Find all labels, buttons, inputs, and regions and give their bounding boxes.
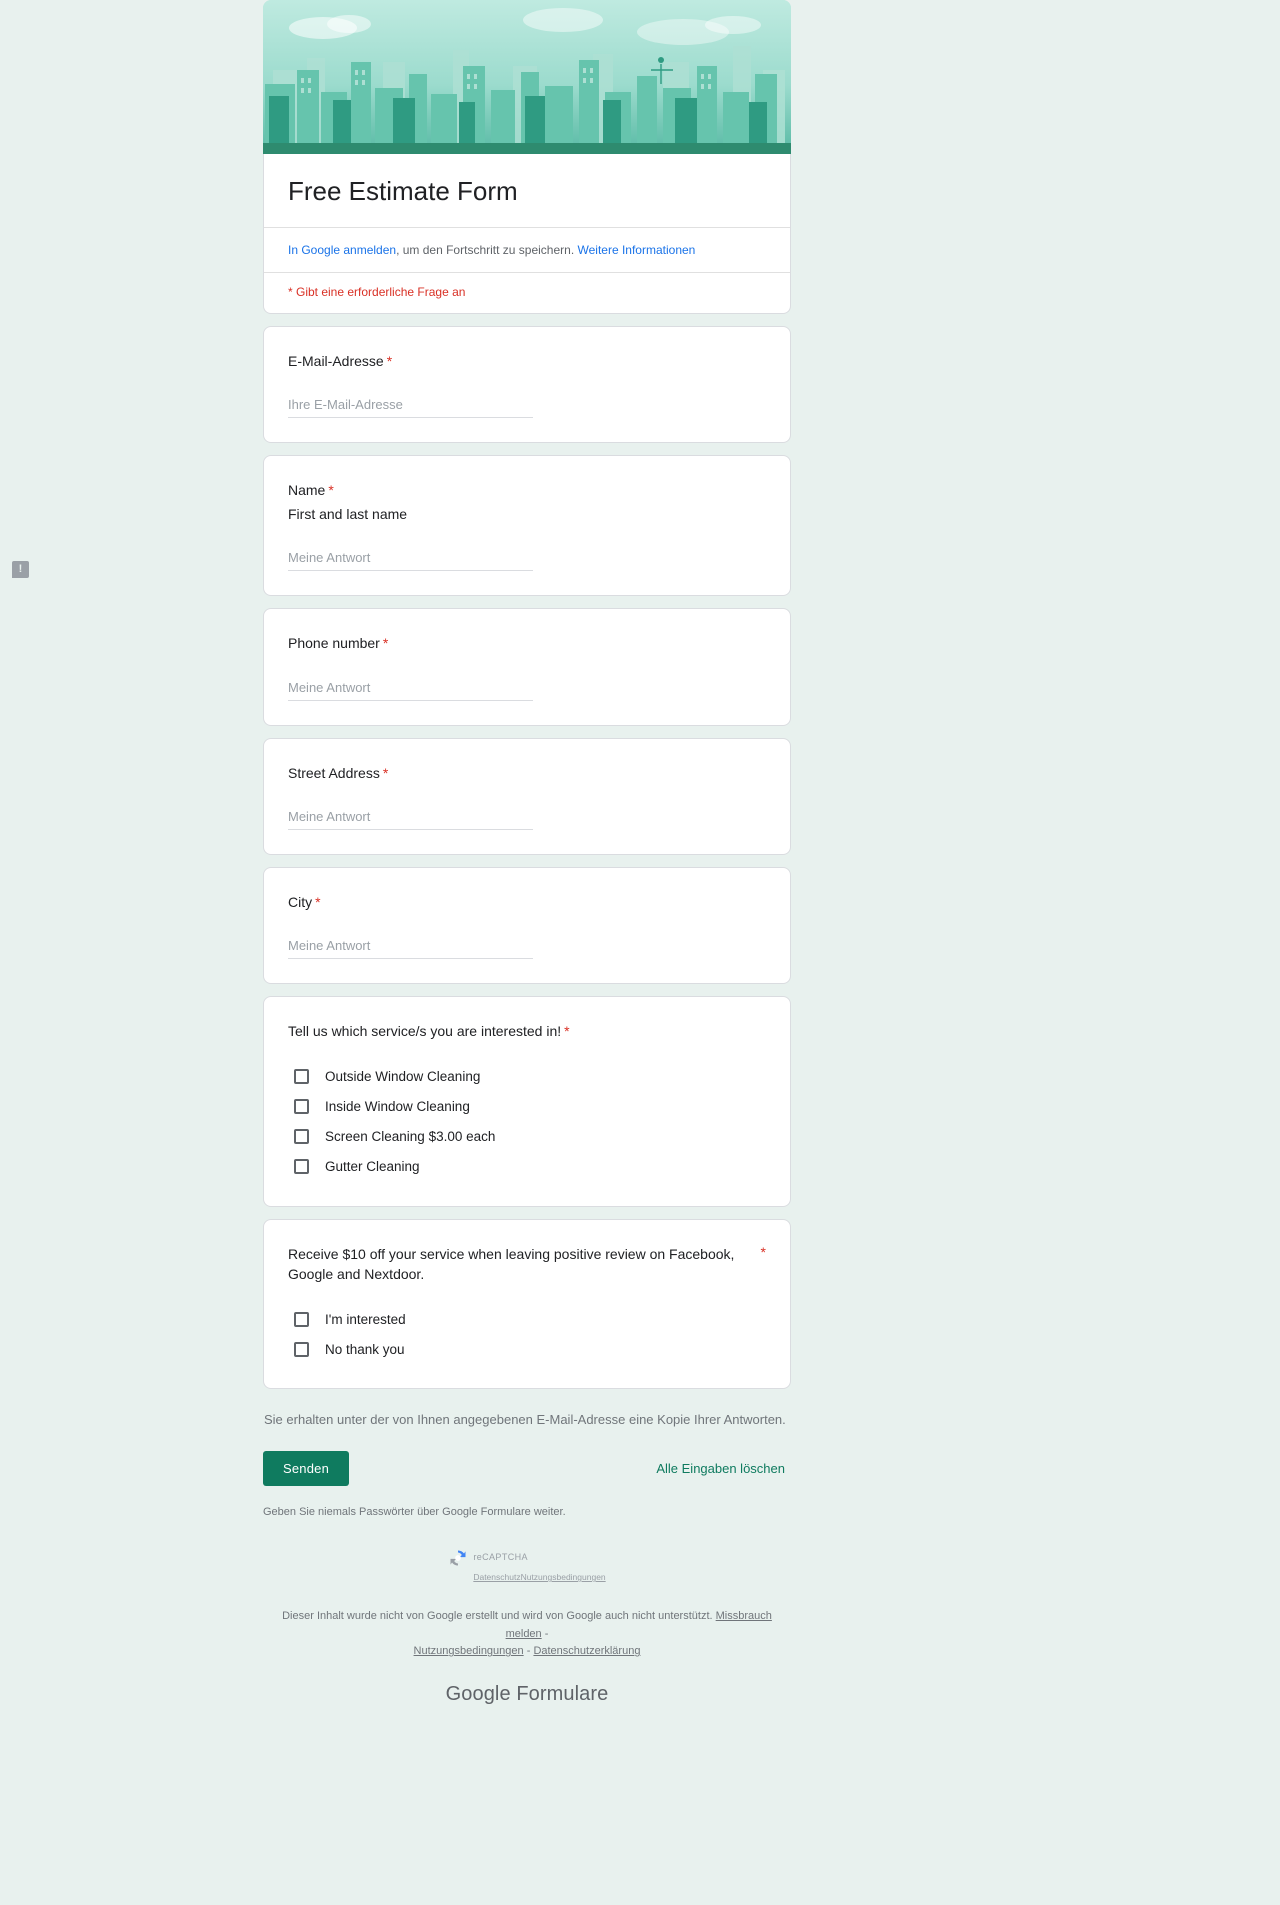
recaptcha-icon xyxy=(448,1548,468,1568)
question-label-street-address: Street Address xyxy=(288,764,380,781)
question-title-services: Tell us which service/s you are interest… xyxy=(288,1021,766,1041)
checkbox-icon[interactable] xyxy=(294,1341,309,1357)
signin-notice-text: , um den Fortschritt zu speichern. xyxy=(396,243,575,258)
option-label: Gutter Cleaning xyxy=(325,1159,420,1175)
checkbox-row-im-interested[interactable]: I'm interested xyxy=(288,1304,766,1334)
required-star-city: * xyxy=(315,893,321,910)
required-star-services: * xyxy=(564,1023,570,1040)
required-star-street-address: * xyxy=(382,764,389,781)
google-disclaimer: Dieser Inhalt wurde nicht von Google ers… xyxy=(263,1608,791,1661)
privacy-policy-link[interactable]: Datenschutzerklärung xyxy=(533,1645,640,1657)
name-field[interactable]: Meine Antwort xyxy=(288,550,533,572)
question-card-email: E-Mail-Adresse * Ihre E-Mail-Adresse xyxy=(263,326,791,444)
option-label: Outside Window Cleaning xyxy=(325,1069,481,1085)
checkbox-icon[interactable] xyxy=(294,1311,309,1327)
feedback-icon[interactable]: ! xyxy=(12,561,29,578)
option-label: Inside Window Cleaning xyxy=(325,1099,470,1115)
option-label: Screen Cleaning $3.00 each xyxy=(325,1129,496,1145)
form-accent-strip xyxy=(263,143,791,154)
question-label-review-incentive: Receive $10 off your service when leavin… xyxy=(288,1245,735,1282)
question-card-city: City * Meine Antwort xyxy=(263,866,791,985)
question-card-services: Tell us which service/s you are interest… xyxy=(263,996,791,1207)
form-actions: Senden Alle Eingaben löschen xyxy=(263,1451,791,1487)
question-title-phone: Phone number * xyxy=(288,633,766,653)
option-label: I'm interested xyxy=(325,1311,406,1327)
option-label: No thank you xyxy=(325,1341,405,1357)
question-card-review-incentive: Receive $10 off your service when leavin… xyxy=(263,1218,791,1390)
checkbox-row-no-thank-you[interactable]: No thank you xyxy=(288,1334,766,1364)
recaptcha-terms-link[interactable]: Nutzungsbedingungen xyxy=(521,1572,606,1582)
required-star-email: * xyxy=(386,353,393,370)
question-label-services: Tell us which service/s you are interest… xyxy=(288,1023,562,1040)
submit-button[interactable]: Senden xyxy=(263,1451,350,1487)
form-column: Free Estimate Form In Google anmelden, u… xyxy=(263,0,791,1732)
question-card-name: Name * First and last name Meine Antwort xyxy=(263,455,791,597)
question-label-email: E-Mail-Adresse xyxy=(288,353,384,370)
required-star-review-incentive: * xyxy=(760,1243,766,1260)
required-star-name: * xyxy=(328,482,334,499)
email-field[interactable]: Ihre E-Mail-Adresse xyxy=(288,397,533,419)
page-title: Free Estimate Form xyxy=(288,176,518,206)
google-forms-brand-text: Google Formulare xyxy=(445,1682,609,1705)
feedback-glyph: ! xyxy=(18,563,23,575)
question-label-city: City xyxy=(288,893,313,910)
services-options: Outside Window Cleaning Inside Window Cl… xyxy=(288,1062,766,1182)
checkbox-icon[interactable] xyxy=(294,1099,309,1115)
clear-form-link[interactable]: Alle Eingaben löschen xyxy=(656,1461,791,1476)
signin-notice: In Google anmelden, um den Fortschritt z… xyxy=(264,228,790,272)
question-card-phone: Phone number * Meine Antwort xyxy=(263,608,791,726)
question-title-city: City * xyxy=(288,892,766,912)
recaptcha-badge: reCAPTCHA DatenschutzNutzungsbedingungen xyxy=(263,1546,791,1586)
disclaimer-separator: - xyxy=(526,1645,531,1658)
review-options: I'm interested No thank you xyxy=(288,1304,766,1364)
recaptcha-title: reCAPTCHA xyxy=(473,1552,528,1563)
question-label-phone: Phone number xyxy=(288,635,380,652)
checkbox-row-screen-cleaning[interactable]: Screen Cleaning $3.00 each xyxy=(288,1122,766,1152)
email-copy-note: Sie erhalten unter der von Ihnen angegeb… xyxy=(264,1412,786,1428)
checkbox-row-gutter-cleaning[interactable]: Gutter Cleaning xyxy=(288,1152,766,1182)
question-title-name: Name * xyxy=(288,480,766,500)
question-title-review-incentive: Receive $10 off your service when leavin… xyxy=(288,1244,766,1285)
question-label-name: Name xyxy=(288,482,326,499)
city-field[interactable]: Meine Antwort xyxy=(288,938,533,960)
checkbox-icon[interactable] xyxy=(294,1129,309,1145)
form-header-card: Free Estimate Form In Google anmelden, u… xyxy=(263,154,791,315)
question-card-street-address: Street Address * Meine Antwort xyxy=(263,737,791,855)
question-description-name: First and last name xyxy=(288,505,408,522)
disclaimer-dash: - xyxy=(544,1627,549,1640)
learn-more-link[interactable]: Weitere Informationen xyxy=(578,243,696,257)
city-skyline-icon xyxy=(263,0,791,143)
question-title-email: E-Mail-Adresse * xyxy=(288,351,766,371)
signin-link[interactable]: In Google anmelden xyxy=(288,243,396,257)
terms-of-service-link[interactable]: Nutzungsbedingungen xyxy=(414,1645,524,1657)
form-banner-image xyxy=(263,0,791,143)
checkbox-icon[interactable] xyxy=(294,1159,309,1175)
checkbox-icon[interactable] xyxy=(294,1069,309,1085)
recaptcha-text: reCAPTCHA DatenschutzNutzungsbedingungen xyxy=(473,1546,605,1586)
recaptcha-privacy-link[interactable]: Datenschutz xyxy=(473,1572,520,1582)
question-title-street-address: Street Address * xyxy=(288,763,766,783)
street-address-field[interactable]: Meine Antwort xyxy=(288,809,533,830)
phone-field[interactable]: Meine Antwort xyxy=(288,680,533,701)
checkbox-row-outside-window-cleaning[interactable]: Outside Window Cleaning xyxy=(288,1062,766,1092)
disclaimer-text: Dieser Inhalt wurde nicht von Google ers… xyxy=(282,1610,713,1623)
google-forms-brand[interactable]: Google Formulare xyxy=(263,1683,791,1732)
required-star-phone: * xyxy=(382,635,389,652)
required-fields-note: * Gibt eine erforderliche Frage an xyxy=(288,285,466,300)
password-warning-note: Geben Sie niemals Passwörter über Google… xyxy=(263,1506,566,1519)
checkbox-row-inside-window-cleaning[interactable]: Inside Window Cleaning xyxy=(288,1092,766,1122)
recaptcha-links: DatenschutzNutzungsbedingungen xyxy=(473,1572,605,1582)
